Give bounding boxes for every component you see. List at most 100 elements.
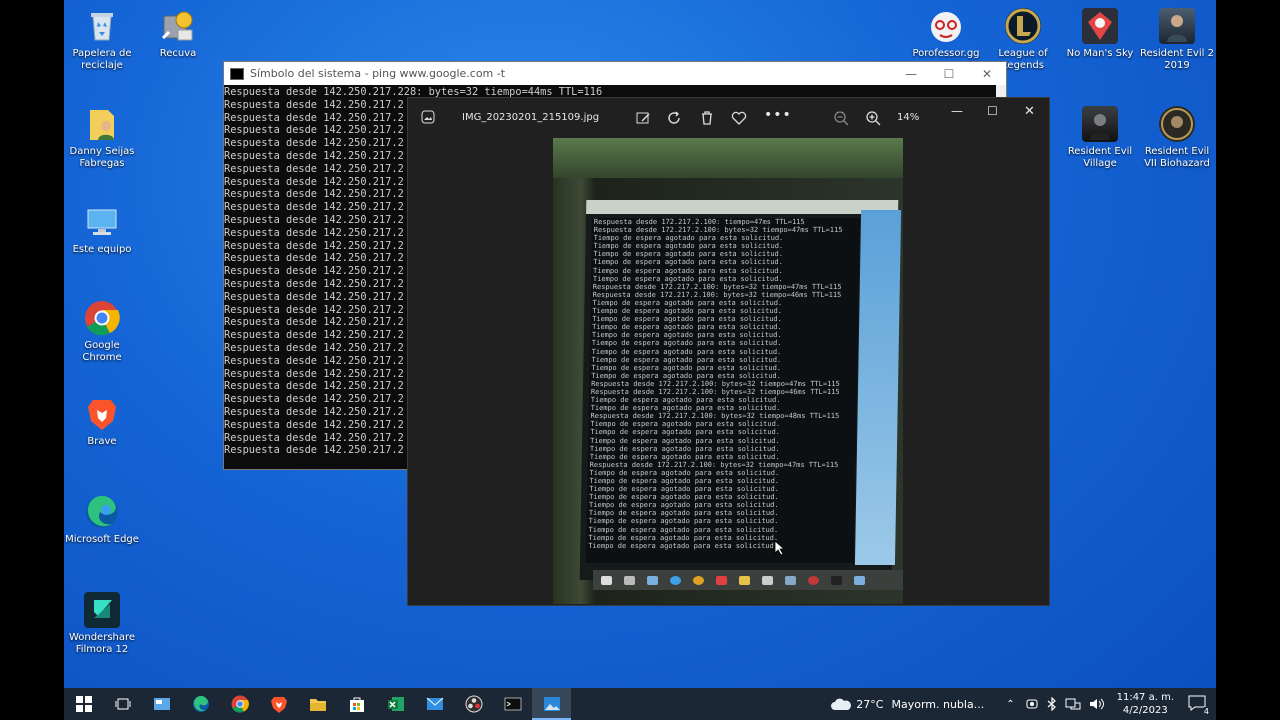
weather-text[interactable]: Mayorm. nubla... [891, 698, 984, 711]
photo-console-line: Respuesta desde 172.217.2.100: bytes=32 … [590, 387, 840, 396]
viewer-close-button[interactable]: ✕ [1024, 104, 1035, 119]
photo-console-line: Tiempo de espera agotado para esta solic… [592, 298, 783, 307]
close-button[interactable]: ✕ [968, 67, 1006, 81]
delete-icon[interactable] [699, 110, 715, 129]
notification-center-button[interactable]: 4 [1188, 695, 1209, 716]
desktop-icon-label: No Man's Sky [1066, 48, 1134, 59]
desktop-icon-label: Microsoft Edge [65, 534, 139, 545]
taskbar-app-edge[interactable] [181, 688, 220, 720]
chevron-up-icon[interactable]: ⌃ [1006, 699, 1014, 710]
filmora-icon [84, 592, 120, 628]
rotate-icon[interactable] [667, 110, 683, 129]
taskbar-app-mail[interactable] [415, 688, 454, 720]
gallery-icon[interactable] [421, 110, 435, 127]
network-icon[interactable] [1065, 697, 1081, 711]
maximize-button[interactable]: ☐ [930, 67, 968, 81]
task-view-button[interactable] [103, 688, 142, 720]
console-titlebar[interactable]: Símbolo del sistema - ping www.google.co… [224, 62, 1006, 85]
photo-console-line: Tiempo de espera agotado para esta solic… [589, 444, 780, 453]
photo-console-line: Tiempo de espera agotado para esta solic… [590, 404, 781, 413]
start-button[interactable] [64, 688, 103, 720]
photo-console-line: Tiempo de espera agotado para esta solic… [591, 371, 781, 380]
clock[interactable]: 11:47 a. m. 4/2/2023 [1117, 691, 1174, 717]
viewer-maximize-button[interactable]: ☐ [987, 104, 998, 118]
edit-icon[interactable] [635, 110, 651, 129]
desktop-icon-porofessor[interactable]: Porofessor.gg [908, 8, 984, 60]
more-options-icon[interactable]: ••• [764, 107, 792, 123]
weather-temp[interactable]: 27°C [856, 698, 883, 711]
mouse-cursor-icon [774, 540, 786, 556]
photo-monitor: Respuesta desde 172.217.2.100: tiempo=47… [579, 200, 902, 580]
photo-console-line: Tiempo de espera agotado para esta solic… [589, 452, 780, 461]
desktop-icon-label: Resident Evil 2 2019 [1140, 48, 1214, 71]
zoom-in-icon[interactable] [865, 110, 881, 129]
taskbar-app-excel[interactable] [376, 688, 415, 720]
photo-console-line: Respuesta desde 172.217.2.100: bytes=32 … [592, 290, 842, 299]
desktop-icon-user-folder[interactable]: Danny Seijas Fabregas [64, 106, 140, 170]
taskbar-app-brave[interactable] [259, 688, 298, 720]
obs-icon [465, 695, 482, 713]
photo-console-line: Tiempo de espera agotado para esta solic… [593, 242, 784, 251]
taskbar-app-photos[interactable] [532, 688, 571, 720]
bluetooth-icon[interactable] [1047, 697, 1057, 711]
photo-console-line: Tiempo de espera agotado para esta solic… [591, 347, 782, 356]
photo-console-line: Tiempo de espera agotado para esta solic… [593, 250, 784, 259]
desktop-icon-this-pc[interactable]: Este equipo [64, 204, 140, 256]
photo-console-line: Tiempo de espera agotado para esta solic… [592, 315, 782, 324]
resident-evil-7-icon [1159, 106, 1195, 142]
excel-icon [387, 697, 404, 711]
desktop-icon-resident-evil-7[interactable]: Resident Evil VII Biohazard [1139, 106, 1215, 170]
zoom-out-icon[interactable] [833, 110, 849, 129]
minimize-button[interactable]: — [892, 67, 930, 81]
letterbox-right [1216, 0, 1280, 720]
photo-console-line: Tiempo de espera agotado para esta solic… [592, 323, 782, 332]
cmd-icon [230, 67, 244, 80]
photo-console-line: Tiempo de espera agotado para esta solic… [593, 234, 784, 243]
taskbar-app-obs[interactable] [454, 688, 493, 720]
desktop-icon-recycle-bin[interactable]: Papelera de reciclaje [64, 8, 140, 72]
desktop-icon-label: Recuva [159, 48, 197, 59]
photo-console-line: Tiempo de espera agotado para esta solic… [590, 436, 780, 445]
taskbar-app-store[interactable] [337, 688, 376, 720]
viewer-minimize-button[interactable]: — [951, 104, 963, 118]
desktop-icon-brave[interactable]: Brave [64, 396, 140, 448]
taskbar-app-chrome[interactable] [220, 688, 259, 720]
photos-viewer-window[interactable]: IMG_20230201_215109.jpg ••• 14% — ☐ ✕ Re… [407, 97, 1050, 606]
network-shield-icon[interactable] [1025, 697, 1039, 711]
recuva-icon [160, 8, 196, 44]
desktop-icon-edge[interactable]: Microsoft Edge [64, 494, 140, 546]
photo-console-line: Tiempo de espera agotado para esta solic… [593, 266, 783, 275]
photo-console-line: Tiempo de espera agotado para esta solic… [588, 509, 779, 518]
edge-icon [84, 494, 120, 530]
favorite-heart-icon[interactable] [731, 110, 747, 129]
desktop-icon-resident-evil-2[interactable]: Resident Evil 2 2019 [1139, 8, 1215, 72]
volume-icon[interactable] [1089, 697, 1105, 711]
desktop-icon-filmora[interactable]: Wondershare Filmora 12 [64, 592, 140, 656]
mail-icon [426, 697, 443, 710]
console-scrollbar-up[interactable] [996, 85, 1006, 97]
photo-console-line: Tiempo de espera agotado para esta solic… [591, 355, 782, 364]
photo-console-line: Tiempo de espera agotado para esta solic… [589, 477, 780, 485]
desktop-icon-chrome[interactable]: Google Chrome [64, 300, 140, 364]
photo-console-line: Tiempo de espera agotado para esta solic… [591, 331, 782, 340]
photo-image[interactable]: Respuesta desde 172.217.2.100: tiempo=47… [553, 138, 903, 604]
desktop-icon-resident-evil-village[interactable]: Resident Evil Village [1062, 106, 1138, 170]
zoom-level: 14% [897, 112, 920, 123]
desktop-icon-no-mans-sky[interactable]: No Man's Sky [1062, 8, 1138, 60]
photo-window-title [586, 200, 899, 214]
photo-console-line: Tiempo de espera agotado para esta solic… [592, 307, 783, 316]
league-of-legends-icon [1005, 8, 1041, 44]
viewer-filename: IMG_20230201_215109.jpg [462, 112, 600, 123]
photo-console-line: Respuesta desde 172.217.2.100: bytes=32 … [590, 412, 840, 421]
taskbar-app-mail-video[interactable] [142, 688, 181, 720]
taskbar-app-file-explorer[interactable] [298, 688, 337, 720]
desktop-icon-label: Danny Seijas Fabregas [69, 146, 135, 169]
desktop-icon-label: Papelera de reciclaje [72, 48, 132, 71]
desktop-icon-label: Resident Evil Village [1067, 146, 1133, 169]
photo-console-line: Tiempo de espera agotado para esta solic… [590, 396, 781, 405]
desktop[interactable]: Papelera de reciclaje Recuva Danny Seija… [64, 0, 1216, 720]
taskbar-app-command-prompt[interactable] [493, 688, 532, 720]
no-mans-sky-icon [1082, 8, 1118, 44]
desktop-icon-recuva[interactable]: Recuva [140, 8, 216, 60]
photo-console-line: Tiempo de espera agotado para esta solic… [593, 258, 783, 267]
